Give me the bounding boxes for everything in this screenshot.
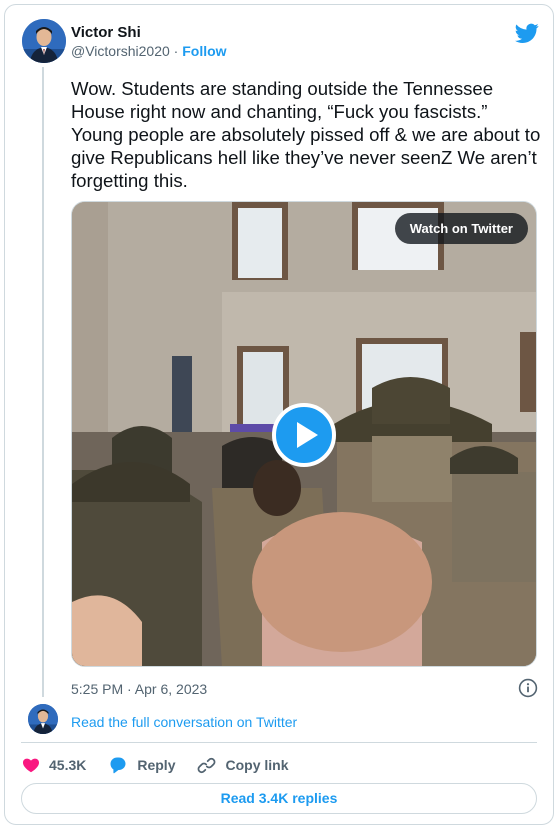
reply-button[interactable]: Reply <box>108 755 175 775</box>
tweet-text: Wow. Students are standing outside the T… <box>71 78 541 191</box>
heart-icon <box>22 758 40 773</box>
copy-link-button[interactable]: Copy link <box>197 756 289 775</box>
tweet-card: Victor Shi @Victorshi2020 · Follow Wow. … <box>4 4 554 825</box>
twitter-bird-icon[interactable] <box>515 21 539 45</box>
author-handle[interactable]: @Victorshi2020 <box>71 43 170 59</box>
follow-link[interactable]: Follow <box>182 43 226 59</box>
like-button[interactable]: 45.3K <box>22 756 86 774</box>
tweet-video[interactable]: Watch on Twitter <box>71 201 537 667</box>
read-full-conversation-link[interactable]: Read the full conversation on Twitter <box>71 714 297 730</box>
action-bar: 45.3K Reply Copy link <box>22 753 311 777</box>
divider <box>21 742 537 743</box>
link-icon <box>198 757 216 773</box>
conversation-avatar[interactable] <box>28 704 58 734</box>
author-avatar[interactable] <box>22 19 66 63</box>
read-replies-button[interactable]: Read 3.4K replies <box>21 783 537 814</box>
tweet-timestamp[interactable]: 5:25 PM · Apr 6, 2023 <box>71 681 207 697</box>
handle-separator: · <box>169 43 183 59</box>
reply-icon <box>110 757 126 774</box>
info-icon[interactable] <box>518 678 538 698</box>
like-count: 45.3K <box>49 757 87 773</box>
watch-on-twitter-button[interactable]: Watch on Twitter <box>394 213 528 244</box>
author-name[interactable]: Victor Shi <box>71 24 141 41</box>
copy-link-label: Copy link <box>225 757 289 773</box>
play-icon[interactable] <box>272 403 336 467</box>
thread-line <box>42 67 44 697</box>
author-handle-row: @Victorshi2020 · Follow <box>71 43 227 59</box>
reply-label: Reply <box>137 757 176 773</box>
